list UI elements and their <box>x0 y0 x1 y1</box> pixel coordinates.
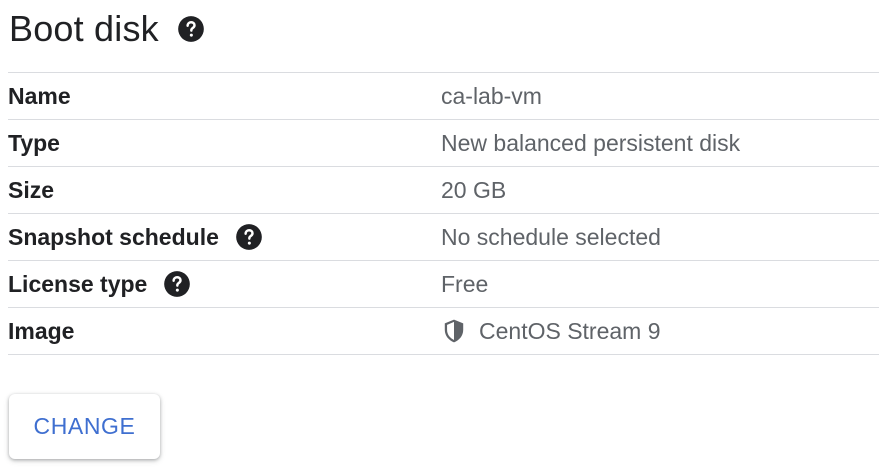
detail-value-cell: 20 GB <box>441 177 506 204</box>
detail-value-name: ca-lab-vm <box>441 82 542 109</box>
boot-disk-panel: Boot disk Name ca-lab-vm Type New balanc… <box>0 0 896 468</box>
detail-label-image: Image <box>8 317 75 344</box>
detail-label-type: Type <box>8 129 60 156</box>
detail-value-size: 20 GB <box>441 176 507 203</box>
detail-label-name: Name <box>8 82 71 109</box>
detail-value-snapshot-schedule: No schedule selected <box>441 223 661 250</box>
boot-disk-details-table: Name ca-lab-vm Type New balanced persist… <box>8 72 879 355</box>
change-button[interactable]: CHANGE <box>9 394 160 459</box>
detail-label-size: Size <box>8 176 55 203</box>
detail-row-snapshot-schedule: Snapshot schedule No schedule selected <box>8 214 879 261</box>
detail-value-type: New balanced persistent disk <box>441 129 741 156</box>
detail-value-cell: Free <box>441 271 488 298</box>
detail-label-cell: License type <box>8 270 441 298</box>
help-icon[interactable] <box>177 15 205 43</box>
detail-label-snapshot-schedule: Snapshot schedule <box>8 223 219 250</box>
detail-label-cell: Name <box>8 83 441 110</box>
detail-value-image: CentOS Stream 9 <box>479 317 661 344</box>
detail-row-name: Name ca-lab-vm <box>8 73 879 120</box>
detail-row-size: Size 20 GB <box>8 167 879 214</box>
detail-label-license-type: License type <box>8 270 148 297</box>
detail-label-cell: Snapshot schedule <box>8 223 441 251</box>
detail-row-license-type: License type Free <box>8 261 879 308</box>
detail-value-license-type: Free <box>441 270 489 297</box>
snapshot-schedule-help-icon[interactable] <box>235 223 263 251</box>
detail-value-cell: No schedule selected <box>441 224 661 251</box>
title-row: Boot disk <box>9 4 205 54</box>
detail-label-cell: Size <box>8 177 441 204</box>
detail-label-cell: Type <box>8 130 441 157</box>
license-type-help-icon[interactable] <box>163 270 191 298</box>
detail-value-cell: New balanced persistent disk <box>441 130 740 157</box>
detail-row-type: Type New balanced persistent disk <box>8 120 879 167</box>
detail-value-cell: CentOS Stream 9 <box>441 318 661 345</box>
detail-row-image: Image CentOS Stream 9 <box>8 308 879 355</box>
shield-icon <box>441 318 467 344</box>
detail-label-cell: Image <box>8 318 441 345</box>
page-title: Boot disk <box>9 8 159 49</box>
detail-value-cell: ca-lab-vm <box>441 83 542 110</box>
